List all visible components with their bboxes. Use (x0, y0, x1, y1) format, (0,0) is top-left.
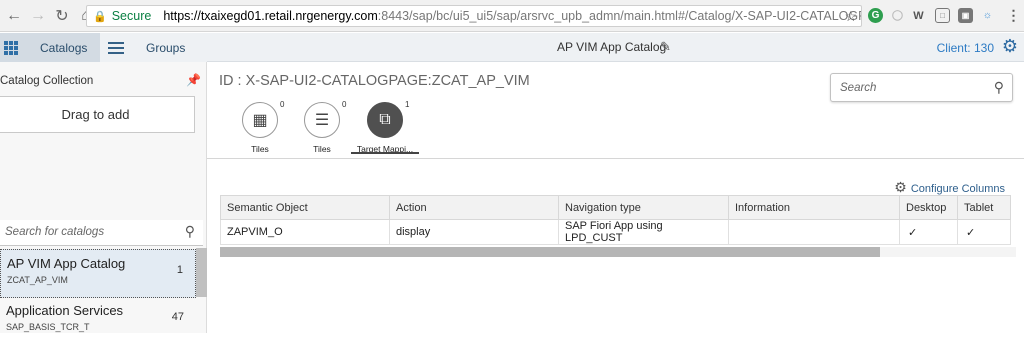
scrollbar-track (880, 247, 1016, 257)
tab-tiles-list[interactable]: ☰ 0 Tiles (287, 100, 357, 158)
grammarly-extension-icon[interactable]: G (868, 8, 883, 23)
column-header[interactable]: Tablet (957, 195, 1011, 220)
menu-dots-icon[interactable]: ⋮ (1006, 7, 1021, 23)
shell-header-left: Catalogs Groups (0, 33, 207, 62)
table-cell: ZAPVIM_O (220, 219, 390, 245)
search-placeholder: Search (840, 82, 877, 94)
table-cell: SAP Fiori App using LPD_CUST (558, 219, 729, 245)
target-mappings-table: Semantic Object Action Navigation type I… (220, 195, 1011, 245)
app-title: AP VIM App Catalog (557, 40, 667, 54)
column-header[interactable]: Navigation type (558, 195, 729, 220)
configure-columns-button[interactable]: ⚙ Configure Columns (894, 179, 1005, 196)
catalog-id: ZCAT_AP_VIM (7, 275, 68, 285)
client-label: Client: 130 (936, 41, 994, 55)
configure-columns-label: Configure Columns (910, 183, 1005, 195)
active-tab-indicator (351, 152, 419, 154)
pin-icon[interactable]: 📌 (186, 73, 201, 87)
hamburger-icon (108, 41, 124, 54)
drag-to-add-dropzone[interactable]: Drag to add (0, 96, 195, 133)
divider (207, 158, 1024, 159)
wifi-extension-icon[interactable]: ☼ (980, 8, 995, 23)
catalog-search-placeholder: Search for catalogs (5, 226, 105, 238)
column-header[interactable]: Semantic Object (220, 195, 390, 220)
horizontal-scrollbar[interactable] (220, 247, 880, 257)
table-cell (728, 219, 900, 245)
table-row[interactable]: ZAPVIM_O display SAP Fiori App using LPD… (220, 219, 1011, 245)
drag-to-add-label: Drag to add (61, 107, 130, 122)
settings-gear-icon[interactable]: ⚙ (1002, 36, 1018, 57)
tab-label: Tiles (313, 144, 331, 154)
catalog-list-item[interactable]: AP VIM App Catalog ZCAT_AP_VIM 1 (0, 249, 196, 298)
catalog-id: SAP_BASIS_TCR_T (6, 322, 90, 332)
icon-tab-bar: ▦ 0 Tiles ☰ 0 Tiles ⧉ 1 Target Mappi... (207, 96, 1024, 158)
extension-icon[interactable]: ◯ (890, 8, 905, 23)
cast-extension-icon[interactable]: □ (935, 8, 950, 23)
url-host: https://txaixegd01.retail.nrgenergy.com (163, 9, 378, 23)
search-icon[interactable]: ⚲ (994, 79, 1004, 96)
catalog-search-input[interactable]: Search for catalogs ⚲ (0, 220, 203, 246)
bookmark-star-icon[interactable]: ☆ (844, 8, 857, 25)
share-icon: ⧉ (367, 102, 403, 138)
shell-header: AP VIM App Catalog ✎ Client: 130 ⚙ (207, 33, 1024, 62)
url-path: :8443/sap/bc/ui5_ui5/sap/arsrvc_upb_admn… (377, 9, 861, 23)
word-extension-icon[interactable]: W (911, 8, 926, 23)
forward-icon[interactable]: → (28, 6, 48, 26)
tab-groups-label: Groups (146, 40, 186, 55)
pencil-icon[interactable]: ✎ (660, 39, 671, 55)
tab-label: Tiles (251, 144, 269, 154)
table-header-row: Semantic Object Action Navigation type I… (220, 195, 1011, 220)
checkmark-icon: ✓ (899, 219, 958, 245)
catalog-name: AP VIM App Catalog (7, 256, 126, 271)
address-bar[interactable]: 🔒 Secure https://txaixegd01.retail.nrgen… (86, 5, 862, 27)
catalog-list-item[interactable]: Application Services SAP_BASIS_TCR_T 47 (0, 297, 196, 346)
catalog-name: Application Services (6, 303, 124, 318)
browser-toolbar: ← → ↻ ⌂ 🔒 Secure https://txaixegd01.reta… (0, 0, 1024, 32)
gear-icon: ⚙ (894, 179, 907, 195)
column-header[interactable]: Information (728, 195, 900, 220)
tab-catalogs-label: Catalogs (40, 40, 88, 55)
catalog-detail-page: ID : X-SAP-UI2-CATALOGPAGE:ZCAT_AP_VIM S… (207, 62, 1024, 333)
tab-catalogs[interactable]: Catalogs (0, 33, 100, 62)
back-icon[interactable]: ← (4, 6, 24, 26)
checkmark-icon: ✓ (957, 219, 1011, 245)
tab-tiles[interactable]: ▦ 0 Tiles (225, 100, 295, 158)
column-header[interactable]: Action (389, 195, 559, 220)
catalog-sidebar: Catalog Collection 📌 Drag to add Search … (0, 62, 207, 333)
table-cell: display (389, 219, 559, 245)
secure-label: Secure (111, 9, 152, 23)
lock-icon: 🔒 (93, 10, 107, 23)
catalog-count: 1 (176, 264, 183, 276)
tab-target-mappings[interactable]: ⧉ 1 Target Mappi... (350, 100, 420, 158)
reload-icon[interactable]: ↻ (52, 6, 72, 26)
tab-groups[interactable]: Groups (100, 33, 207, 62)
search-icon[interactable]: ⚲ (185, 223, 195, 240)
catalog-count: 47 (171, 311, 184, 323)
column-header[interactable]: Desktop (899, 195, 958, 220)
list-icon: ☰ (304, 102, 340, 138)
screen-capture-extension-icon[interactable]: ▣ (958, 8, 973, 23)
tab-count: 0 (342, 100, 347, 109)
tab-count: 1 (405, 100, 410, 109)
tab-count: 0 (280, 100, 285, 109)
sidebar-scrollbar[interactable] (196, 248, 207, 297)
grid-icon: ▦ (242, 102, 278, 138)
app-grid-icon (4, 40, 18, 55)
catalog-collection-title: Catalog Collection (0, 75, 94, 87)
page-title: ID : X-SAP-UI2-CATALOGPAGE:ZCAT_AP_VIM (219, 73, 530, 89)
